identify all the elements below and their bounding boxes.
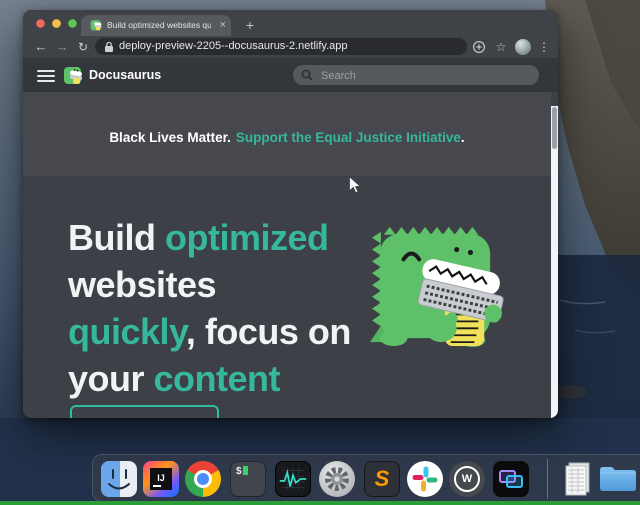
terminal-icon[interactable]: $	[230, 461, 266, 497]
sublime-text-icon[interactable]: S	[364, 461, 400, 497]
close-window-button[interactable]	[36, 19, 45, 28]
search-input[interactable]	[319, 65, 528, 87]
announcement-bar: Black Lives Matter. Support the Equal Ju…	[23, 92, 551, 176]
hero-text-segment: optimized	[165, 217, 329, 258]
get-started-button[interactable]	[70, 405, 219, 418]
mouse-cursor	[348, 175, 364, 195]
address-bar[interactable]: deploy-preview-2205--docusaurus-2.netlif…	[95, 38, 467, 55]
screen-recorder-icon[interactable]	[493, 461, 529, 497]
announcement-link[interactable]: Support the Equal Justice Initiative	[236, 130, 461, 145]
hero-text-segment: content	[154, 358, 281, 399]
hero-title: Build optimized websites quickly, focus …	[68, 214, 351, 402]
search-box[interactable]	[293, 65, 539, 85]
brand-title[interactable]: Docusaurus	[89, 58, 161, 92]
system-preferences-icon[interactable]	[319, 461, 355, 497]
browser-tab[interactable]: Build optimized websites quick ×	[81, 15, 231, 36]
browser-menu-icon[interactable]: ⋮	[537, 36, 551, 58]
site-navbar: Docusaurus	[23, 58, 558, 92]
bookmark-star-icon[interactable]: ☆	[493, 36, 509, 58]
profile-avatar[interactable]	[515, 39, 531, 55]
page-scrollbar[interactable]	[551, 106, 558, 418]
reload-button[interactable]: ↻	[74, 36, 92, 58]
browser-window: Build optimized websites quick × + ← → ↻…	[23, 10, 558, 418]
tab-favicon-docusaurus-icon	[90, 19, 102, 31]
scrollbar-thumb[interactable]	[552, 107, 557, 149]
tab-title: Build optimized websites quick	[107, 15, 211, 36]
search-icon	[301, 69, 313, 81]
hero-text-segment: Build	[68, 217, 165, 258]
hero-section: Build optimized websites quickly, focus …	[23, 176, 551, 418]
macos-dock: IJ $ S W	[92, 454, 640, 502]
finder-icon[interactable]	[101, 461, 137, 497]
activity-monitor-icon[interactable]	[275, 461, 311, 497]
docusaurus-logo-icon[interactable]	[63, 65, 83, 85]
chrome-icon[interactable]	[185, 461, 221, 497]
hero-text-segment: your	[68, 358, 154, 399]
new-tab-button[interactable]: +	[239, 15, 261, 36]
intellij-idea-icon[interactable]: IJ	[143, 461, 179, 497]
https-lock-icon	[104, 41, 114, 53]
url-text: deploy-preview-2205--docusaurus-2.netlif…	[119, 38, 347, 55]
hero-text-segment: websites	[68, 264, 216, 305]
dock-divider	[547, 459, 548, 499]
tab-strip: Build optimized websites quick × +	[23, 10, 558, 36]
downloads-folder-icon[interactable]	[598, 464, 638, 494]
docusaurus-mascot-illustration	[365, 220, 505, 348]
zoom-window-button[interactable]	[68, 19, 77, 28]
slack-icon[interactable]	[407, 461, 443, 497]
page-viewport: Docusaurus Black Lives Matter. Support t…	[23, 58, 558, 418]
tab-close-icon[interactable]: ×	[220, 15, 226, 36]
announcement-text: Black Lives Matter.	[109, 130, 231, 145]
bottom-green-strip	[0, 501, 640, 505]
back-button[interactable]: ←	[32, 36, 50, 58]
hero-text-segment: , focus on	[186, 311, 351, 352]
hero-text-segment: quickly	[68, 311, 186, 352]
hamburger-menu-icon[interactable]	[37, 70, 55, 82]
forward-button[interactable]: →	[53, 36, 71, 58]
documents-stack-icon[interactable]	[559, 461, 595, 497]
minimize-window-button[interactable]	[52, 19, 61, 28]
workplace-icon[interactable]: W	[449, 461, 485, 497]
browser-toolbar: ← → ↻ deploy-preview-2205--docusaurus-2.…	[23, 36, 558, 59]
circle-plus-icon[interactable]	[471, 36, 487, 58]
announcement-period: .	[461, 130, 465, 145]
